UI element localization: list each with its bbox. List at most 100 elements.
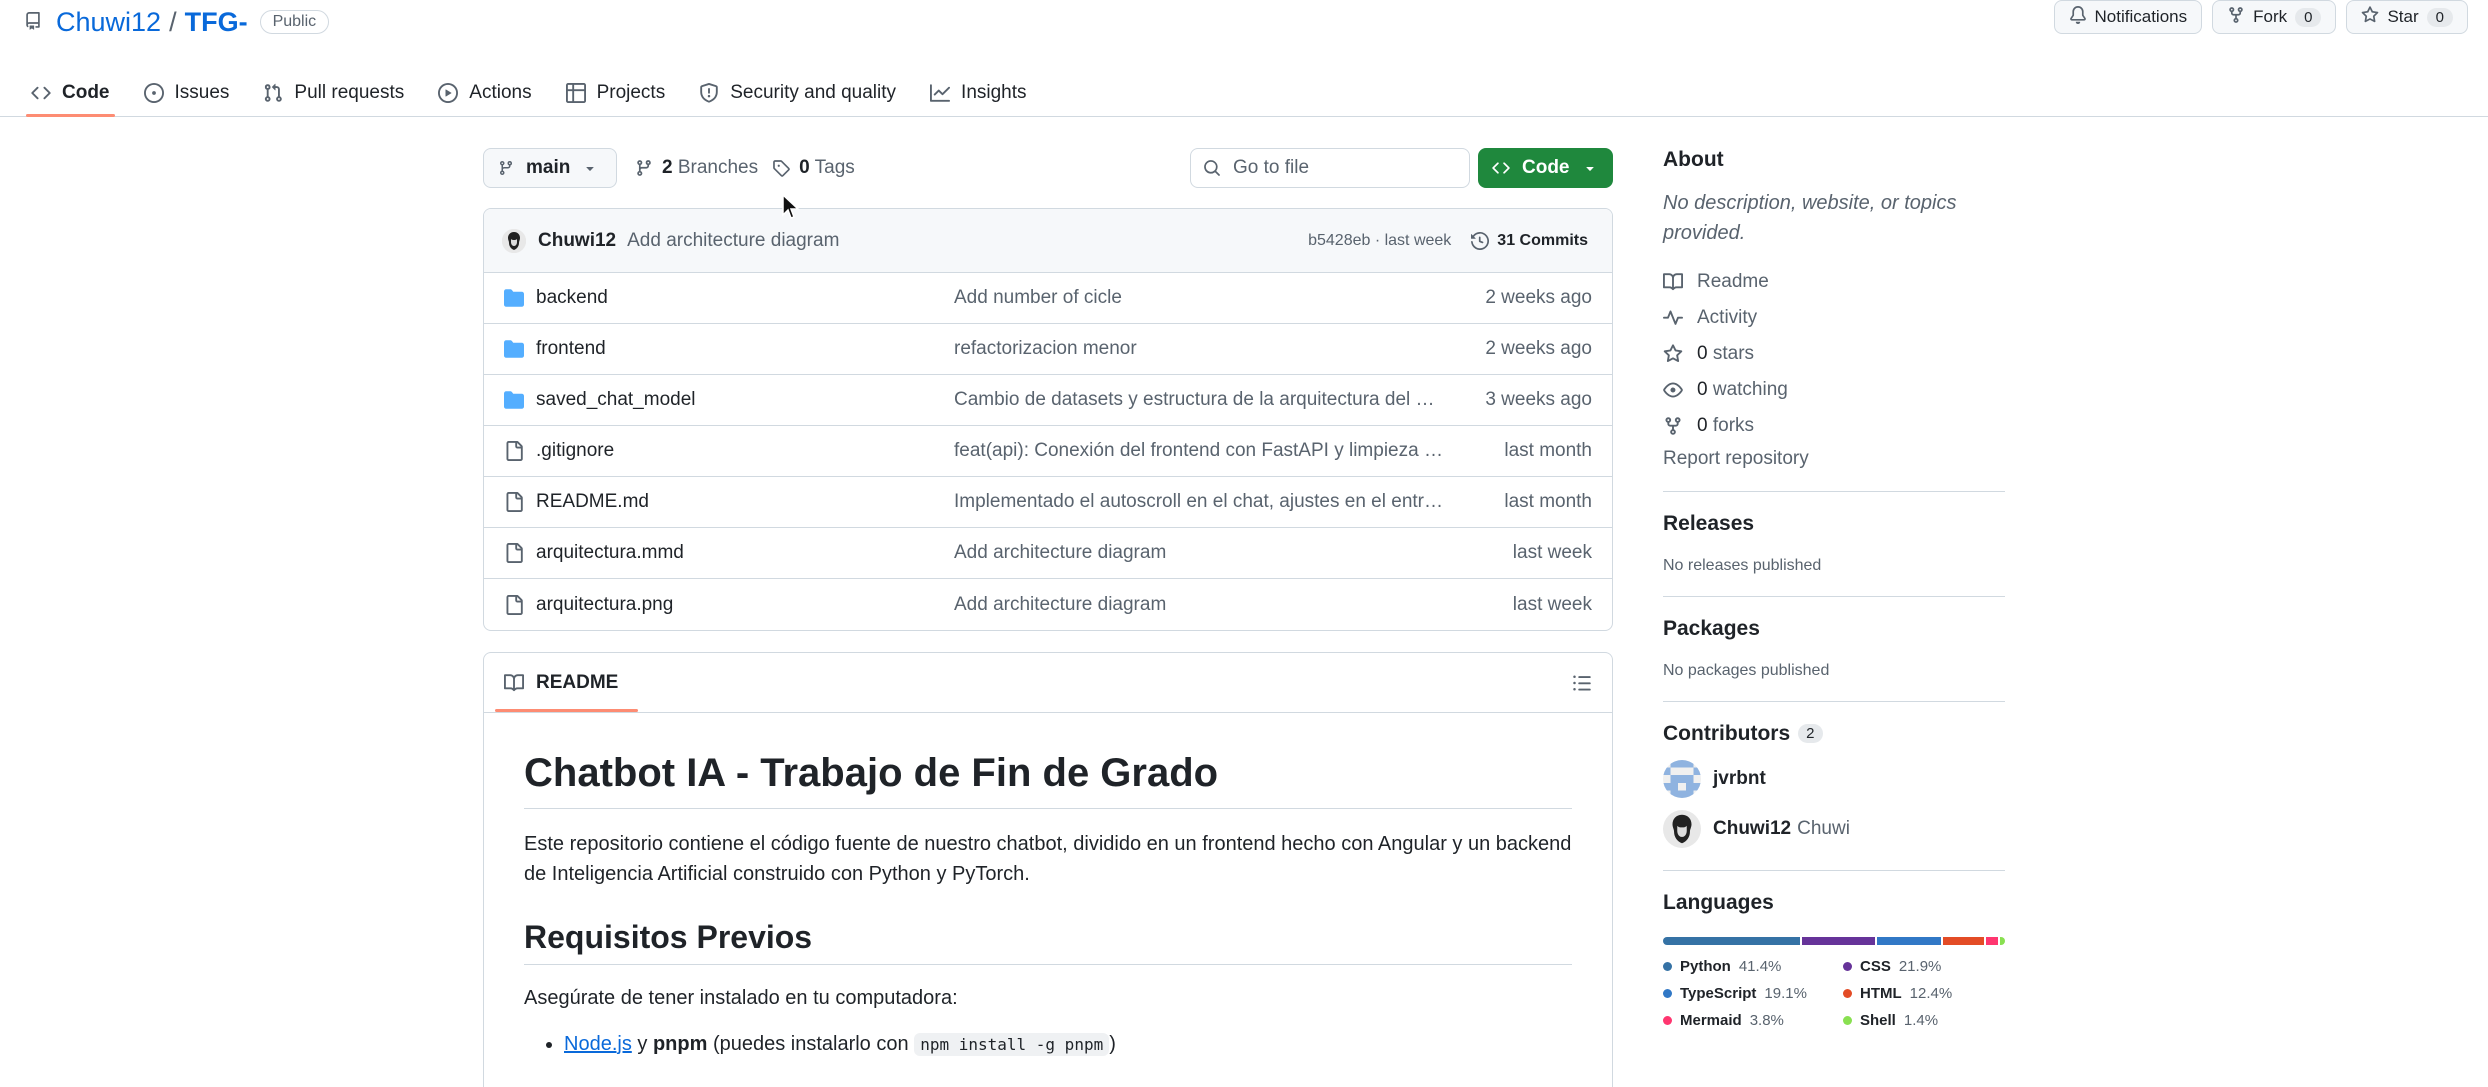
file-date: 2 weeks ago	[1485, 287, 1592, 308]
file-name[interactable]: saved_chat_model	[536, 389, 696, 411]
language-item[interactable]: HTML 12.4%	[1843, 980, 1993, 1007]
contributor-jvrbnt[interactable]: jvrbnt	[1663, 754, 2005, 804]
file-list: backend Add number of cicle 2 weeks ago fro…	[484, 273, 1612, 630]
readme-ensure: Asegúrate de tener instalado en tu compu…	[524, 987, 958, 1009]
list-unordered-icon[interactable]	[1572, 673, 1592, 698]
report-repository-link[interactable]: Report repository	[1663, 448, 2005, 470]
readme-header: README	[484, 653, 1612, 713]
file-name[interactable]: arquitectura.png	[536, 594, 673, 616]
tab-projects[interactable]: Projects	[563, 70, 683, 116]
divider	[1663, 870, 2005, 871]
forks-link[interactable]: 0 forks	[1663, 408, 2005, 444]
branches-link[interactable]: 2 Branches	[635, 157, 758, 179]
table-row[interactable]: .gitignore feat(api): Conexión del fronte…	[484, 426, 1612, 477]
file-commit-message[interactable]: Add architecture diagram	[954, 542, 1444, 564]
tab-actions[interactable]: Actions	[435, 70, 548, 116]
repo-name-link[interactable]: TFG-	[185, 7, 248, 38]
eye-icon	[1663, 382, 1683, 398]
watching-link[interactable]: 0 watching	[1663, 372, 2005, 408]
language-percent: 1.4%	[1903, 1012, 1939, 1029]
go-to-file-input[interactable]: Go to file	[1190, 148, 1470, 188]
activity-link[interactable]: Activity	[1663, 300, 2005, 336]
readme-tab[interactable]: README	[494, 654, 639, 712]
commit-hash-time[interactable]: b5428eb · last week	[1308, 232, 1451, 250]
tab-code-label: Code	[62, 82, 110, 103]
stars-link[interactable]: 0 stars	[1663, 336, 2005, 372]
language-item[interactable]: CSS 21.9%	[1843, 953, 1993, 980]
avatar[interactable]	[502, 228, 526, 253]
file-name[interactable]: .gitignore	[536, 440, 614, 462]
star-count: 0	[2426, 7, 2453, 27]
repo-icon	[24, 11, 44, 33]
file-commit-message[interactable]: Cambio de datasets y estructura de la ar…	[954, 389, 1444, 411]
commits-history-link[interactable]: 31 Commits	[1471, 232, 1588, 250]
stars-count: 0	[1697, 343, 1708, 364]
language-dot	[1663, 1016, 1672, 1025]
about-title: About	[1663, 148, 1724, 171]
file-commit-message[interactable]: feat(api): Conexión del frontend con Fas…	[954, 440, 1444, 462]
forks-count: 0	[1697, 415, 1708, 436]
nodejs-link[interactable]: Node.js	[564, 1033, 632, 1055]
file-name[interactable]: README.md	[536, 491, 649, 513]
file-commit-message[interactable]: Add architecture diagram	[954, 594, 1444, 616]
file-name[interactable]: frontend	[536, 338, 606, 360]
table-row[interactable]: arquitectura.png Add architecture diagram…	[484, 579, 1612, 630]
fork-button[interactable]: Fork 0	[2212, 0, 2337, 34]
pulse-icon	[1663, 310, 1683, 325]
about-links: Readme Activity 0 stars 0 watching 0 for…	[1663, 264, 2005, 444]
repo-sidebar: About No description, website, or topics…	[1663, 148, 2005, 1034]
language-item[interactable]: Shell 1.4%	[1843, 1007, 1993, 1034]
tab-code[interactable]: Code	[26, 70, 127, 117]
language-item[interactable]: Mermaid 3.8%	[1663, 1007, 1813, 1034]
language-bar-segment	[1985, 937, 1999, 945]
language-dot	[1843, 962, 1852, 971]
readme-link[interactable]: Readme	[1663, 264, 2005, 300]
book-icon	[1663, 273, 1683, 291]
contributor-chuwi12[interactable]: Chuwi12 Chuwi	[1663, 804, 2005, 854]
tab-issues[interactable]: Issues	[141, 70, 247, 116]
tab-security[interactable]: Security and quality	[696, 70, 913, 116]
commit-message[interactable]: Add architecture diagram	[627, 230, 839, 252]
file-commit-message[interactable]: Implementado el autoscroll en el chat, a…	[954, 491, 1444, 513]
contributors-title: Contributors	[1663, 722, 1791, 745]
file-icon	[504, 492, 526, 512]
language-name: CSS	[1860, 958, 1891, 975]
language-dot	[1663, 962, 1672, 971]
branches-label: Branches	[677, 157, 759, 178]
visibility-badge: Public	[259, 10, 330, 34]
contributor-login: jvrbnt	[1713, 768, 1766, 789]
folder-icon	[504, 339, 526, 359]
branch-selector[interactable]: main	[483, 148, 617, 188]
tab-pull-requests[interactable]: Pull requests	[260, 70, 421, 116]
table-icon	[565, 83, 586, 103]
notifications-button[interactable]: Notifications	[2053, 0, 2203, 34]
contributors-count: 2	[1798, 724, 1823, 743]
file-name[interactable]: backend	[536, 287, 608, 309]
star-button[interactable]: Star 0	[2346, 0, 2468, 34]
repo-owner-link[interactable]: Chuwi12	[56, 7, 161, 38]
go-to-file-placeholder: Go to file	[1233, 157, 1310, 178]
table-row[interactable]: frontend refactorizacion menor 2 weeks ago	[484, 324, 1612, 375]
language-percent: 41.4%	[1738, 958, 1782, 975]
activity-label: Activity	[1697, 307, 1758, 328]
releases-title[interactable]: Releases	[1663, 512, 2005, 536]
table-row[interactable]: README.md Implementado el autoscroll en e…	[484, 477, 1612, 528]
tags-link[interactable]: 0 Tags	[772, 157, 855, 179]
file-commit-message[interactable]: refactorizacion menor	[954, 338, 1444, 360]
bell-icon	[2069, 5, 2087, 29]
contributors-heading[interactable]: Contributors 2	[1663, 722, 2005, 746]
file-commit-message[interactable]: Add number of cicle	[954, 287, 1444, 309]
file-date: last month	[1504, 440, 1592, 461]
table-row[interactable]: arquitectura.mmd Add architecture diagram…	[484, 528, 1612, 579]
commit-author[interactable]: Chuwi12	[538, 230, 616, 252]
divider	[1663, 701, 2005, 702]
tab-insights[interactable]: Insights	[927, 70, 1043, 116]
table-row[interactable]: saved_chat_model Cambio de datasets y est…	[484, 375, 1612, 426]
packages-title[interactable]: Packages	[1663, 617, 2005, 641]
language-item[interactable]: TypeScript 19.1%	[1663, 980, 1813, 1007]
language-item[interactable]: Python 41.4%	[1663, 953, 1813, 980]
code-dropdown-button[interactable]: Code	[1478, 148, 1613, 188]
file-name[interactable]: arquitectura.mmd	[536, 542, 684, 564]
table-row[interactable]: backend Add number of cicle 2 weeks ago	[484, 273, 1612, 324]
forks-label: forks	[1712, 415, 1755, 436]
